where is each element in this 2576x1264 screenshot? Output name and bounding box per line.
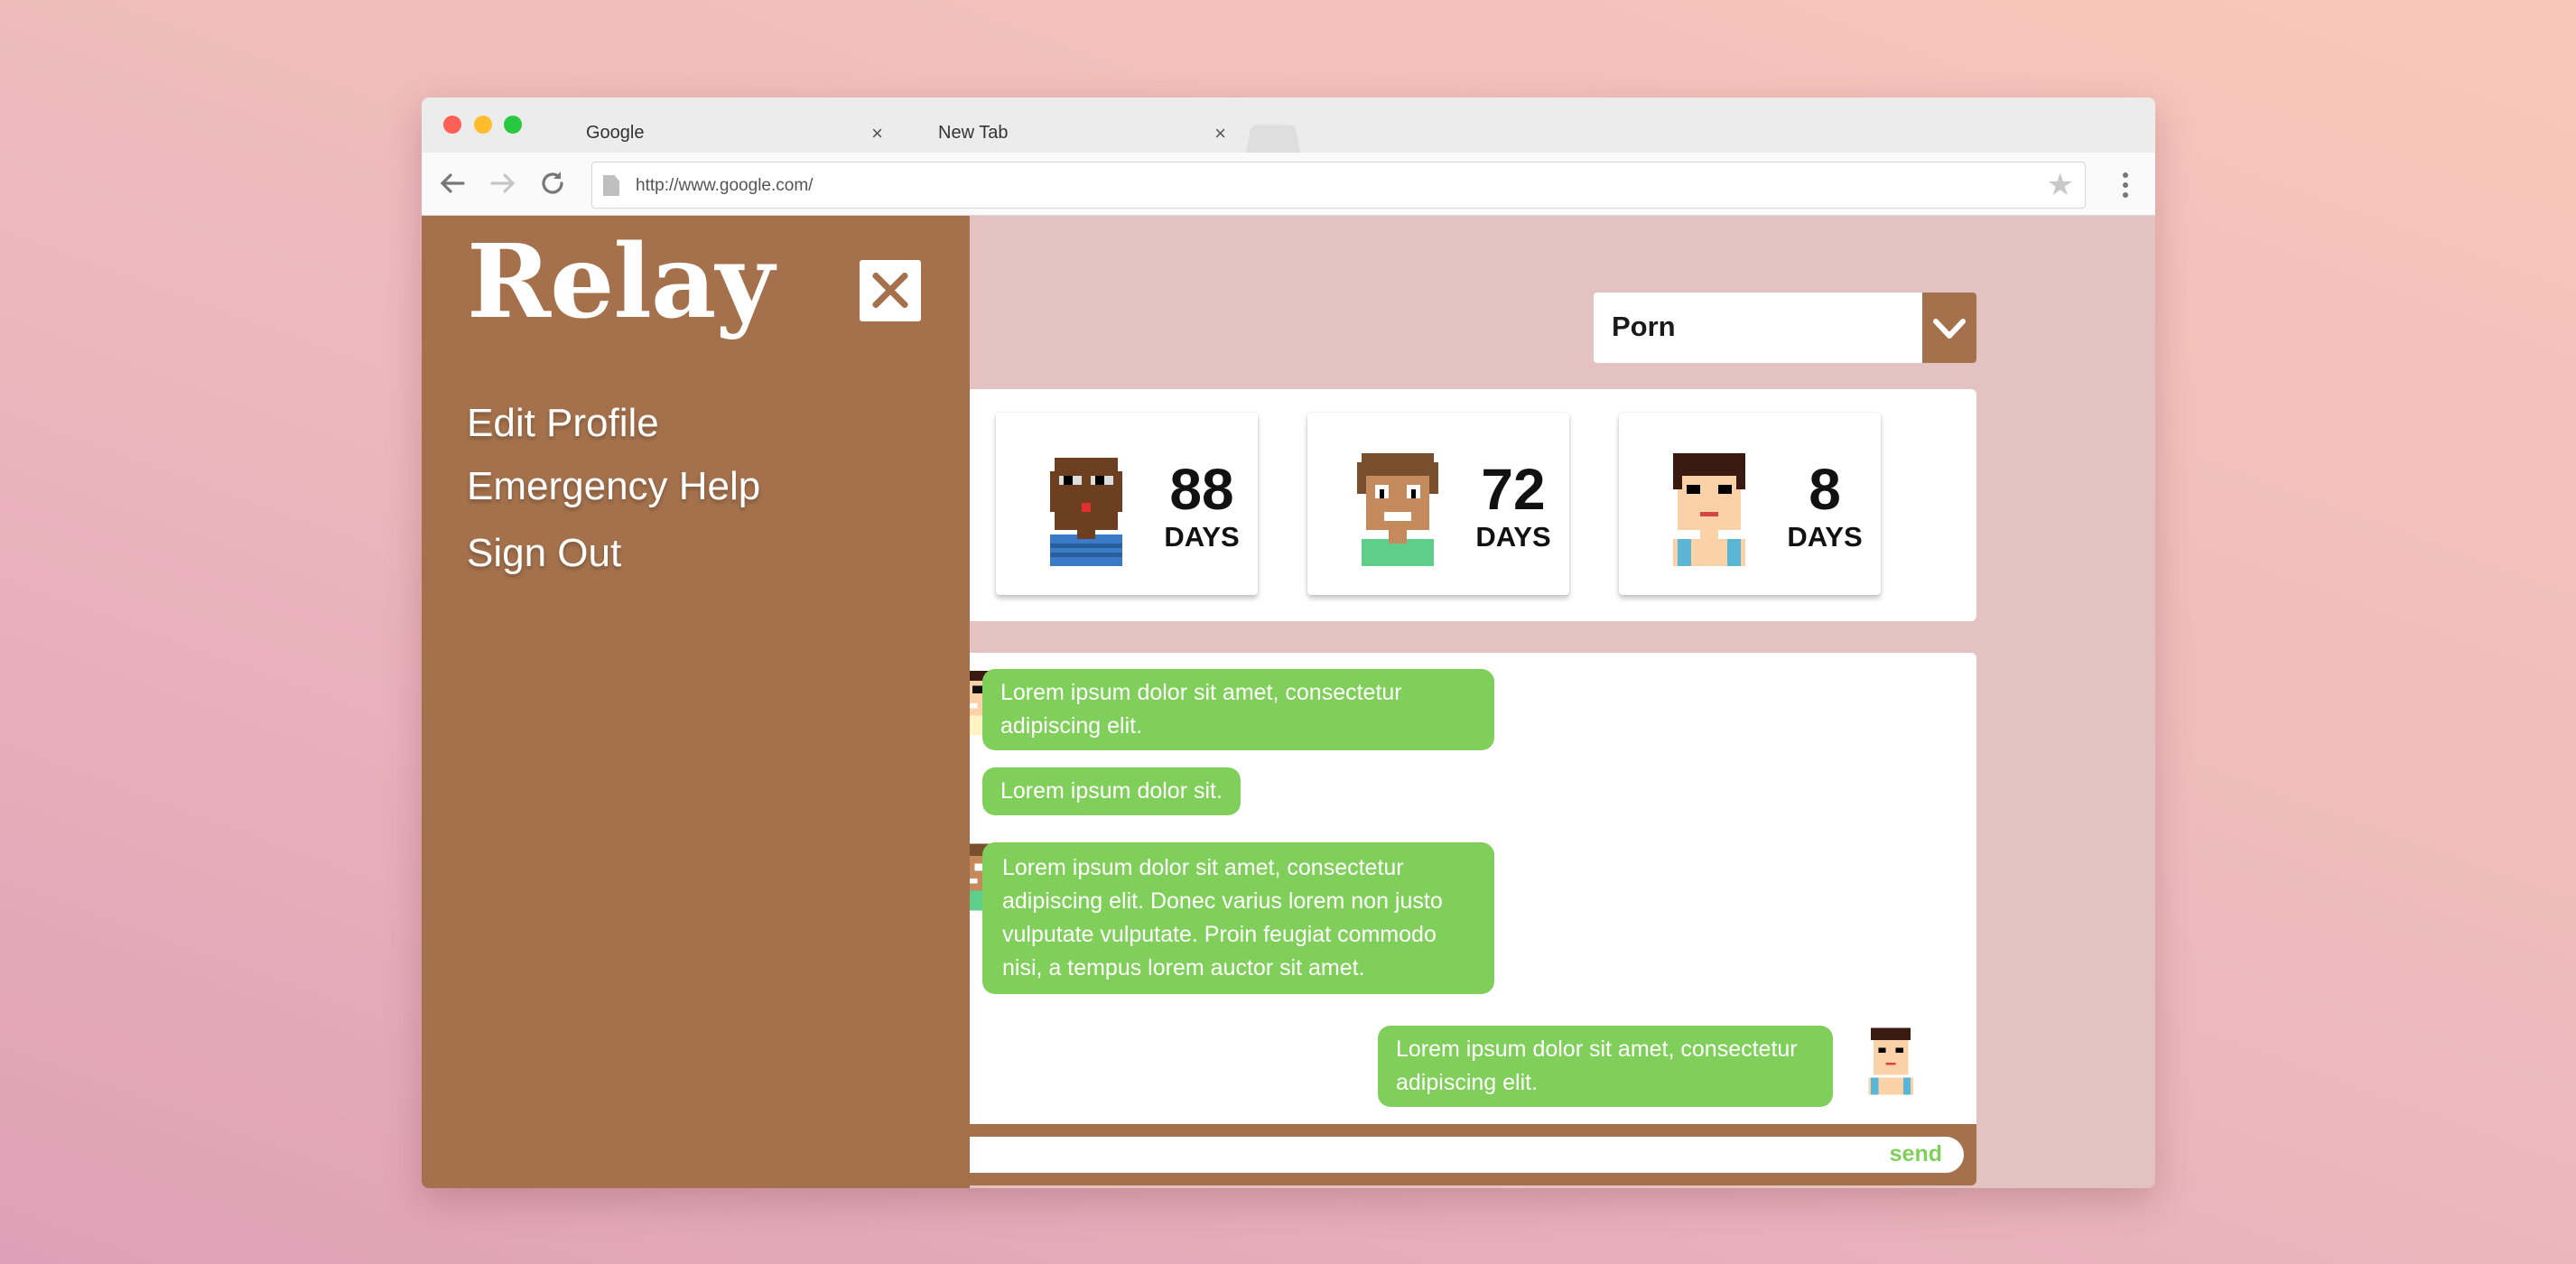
send-button[interactable]: send xyxy=(1890,1141,1942,1167)
close-icon[interactable] xyxy=(860,260,921,321)
close-window-button[interactable] xyxy=(443,116,461,134)
edit-profile-link[interactable]: Edit Profile xyxy=(467,401,659,446)
reload-icon[interactable] xyxy=(538,167,567,200)
streak-number: 88 xyxy=(1169,457,1234,522)
minimize-window-button[interactable] xyxy=(474,116,492,134)
message-bubble: Lorem ipsum dolor sit amet, consectetur … xyxy=(982,842,1494,994)
streak-unit: DAYS xyxy=(1787,521,1863,553)
avatar xyxy=(1357,453,1438,566)
message-bubble: Lorem ipsum dolor sit amet, consectetur … xyxy=(1378,1026,1833,1107)
emergency-help-link[interactable]: Emergency Help xyxy=(467,464,760,509)
tab-new-tab[interactable]: New Tab × xyxy=(900,112,1239,153)
browser-window: Google × New Tab × http://www.google.com… xyxy=(422,98,2155,1188)
tab-label: New Tab xyxy=(938,123,1009,143)
avatar xyxy=(1050,458,1122,566)
page-icon xyxy=(603,175,619,196)
streak-card[interactable]: 8 DAYS xyxy=(1619,413,1881,595)
avatar xyxy=(1673,453,1745,566)
side-drawer: Relay Edit Profile Emergency Help Sign O… xyxy=(422,216,970,1188)
url-text: http://www.google.com/ xyxy=(636,176,814,195)
chat-panel: Lorem ipsum dolor sit amet, consectetur … xyxy=(951,653,1976,1185)
app-content: Porn 7 S 88 xyxy=(422,216,2155,1188)
avatar xyxy=(1868,1027,1913,1095)
sign-out-link[interactable]: Sign Out xyxy=(467,531,621,576)
app-logo: Relay xyxy=(467,223,775,341)
tab-bar: Google × New Tab × xyxy=(422,98,2155,153)
message-input[interactable]: send xyxy=(951,1137,1964,1173)
back-arrow-icon[interactable] xyxy=(438,167,467,200)
category-select-value: Porn xyxy=(1612,311,1676,342)
streak-unit: DAYS xyxy=(1475,521,1551,553)
chat-input-bar: send xyxy=(951,1124,1976,1185)
streaks-panel: 7 S 88 DAYS xyxy=(685,389,1976,621)
streak-number: 8 xyxy=(1809,457,1841,522)
menu-dots-icon[interactable] xyxy=(2123,172,2128,202)
browser-toolbar: http://www.google.com/ ★ xyxy=(422,153,2155,216)
new-tab-button[interactable] xyxy=(1246,117,1300,153)
close-tab-icon[interactable]: × xyxy=(871,112,883,154)
streak-card[interactable]: 72 DAYS xyxy=(1307,413,1569,595)
category-select[interactable]: Porn xyxy=(1594,293,1976,363)
message-bubble: Lorem ipsum dolor sit amet, consectetur … xyxy=(982,669,1494,750)
chevron-down-icon[interactable] xyxy=(1922,293,1976,363)
tab-label: Google xyxy=(586,123,645,143)
star-icon[interactable]: ★ xyxy=(2047,170,2074,200)
tab-google[interactable]: Google × xyxy=(548,112,896,153)
close-tab-icon[interactable]: × xyxy=(1214,112,1226,154)
address-bar[interactable]: http://www.google.com/ ★ xyxy=(591,162,2086,209)
message-bubble: Lorem ipsum dolor sit. xyxy=(982,767,1241,815)
streak-unit: DAYS xyxy=(1164,521,1240,553)
maximize-window-button[interactable] xyxy=(504,116,522,134)
streak-card[interactable]: 88 DAYS xyxy=(996,413,1258,595)
streak-number: 72 xyxy=(1481,457,1546,522)
forward-arrow-icon[interactable] xyxy=(488,167,517,200)
